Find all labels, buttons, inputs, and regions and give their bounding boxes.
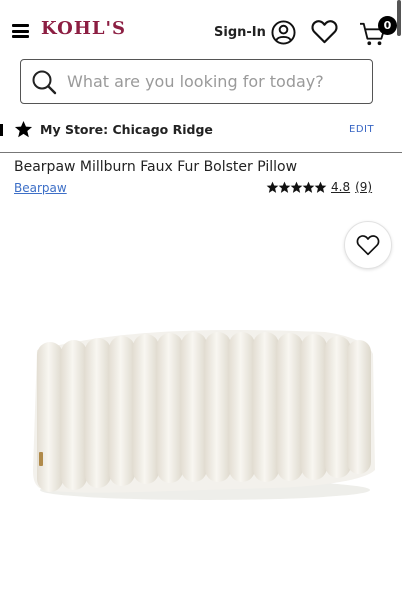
header: KOHL'S Sign-In 0 <box>0 0 402 60</box>
hamburger-menu-icon[interactable] <box>12 24 29 38</box>
rating-value: 4.8 <box>331 180 351 194</box>
star-icon <box>314 181 327 193</box>
search-input[interactable] <box>67 72 367 91</box>
divider <box>0 152 402 153</box>
pillow-ribs <box>37 332 371 492</box>
sign-in-label: Sign-In <box>214 25 266 40</box>
my-store-label: My Store: Chicago Ridge <box>40 122 213 137</box>
cart-button[interactable]: 0 <box>359 16 399 48</box>
pillow-image <box>33 330 375 500</box>
search-bar[interactable] <box>20 59 373 104</box>
store-bar-edge <box>0 124 3 136</box>
heart-icon <box>356 235 380 256</box>
cart-count-badge: 0 <box>378 16 397 35</box>
rating-summary[interactable]: 4.8 (9) <box>266 180 372 194</box>
product-image[interactable] <box>0 200 402 600</box>
star-icon <box>14 120 33 138</box>
edit-store-link[interactable]: EDIT <box>349 124 374 135</box>
rating-stars <box>266 181 327 194</box>
user-icon <box>271 20 296 45</box>
search-icon[interactable] <box>31 69 57 95</box>
add-to-wishlist-button[interactable] <box>344 221 392 269</box>
sign-in-button[interactable]: Sign-In <box>214 20 296 45</box>
scroll-indicator <box>397 0 401 36</box>
rating-count: (9) <box>355 180 373 194</box>
heart-icon[interactable] <box>311 19 338 44</box>
brand-link[interactable]: Bearpaw <box>14 181 67 195</box>
store-bar: My Store: Chicago Ridge EDIT <box>0 114 402 150</box>
product-title: Bearpaw Millburn Faux Fur Bolster Pillow <box>14 159 298 175</box>
kohls-logo[interactable]: KOHL'S <box>41 18 126 39</box>
pillow-tag <box>39 452 43 466</box>
